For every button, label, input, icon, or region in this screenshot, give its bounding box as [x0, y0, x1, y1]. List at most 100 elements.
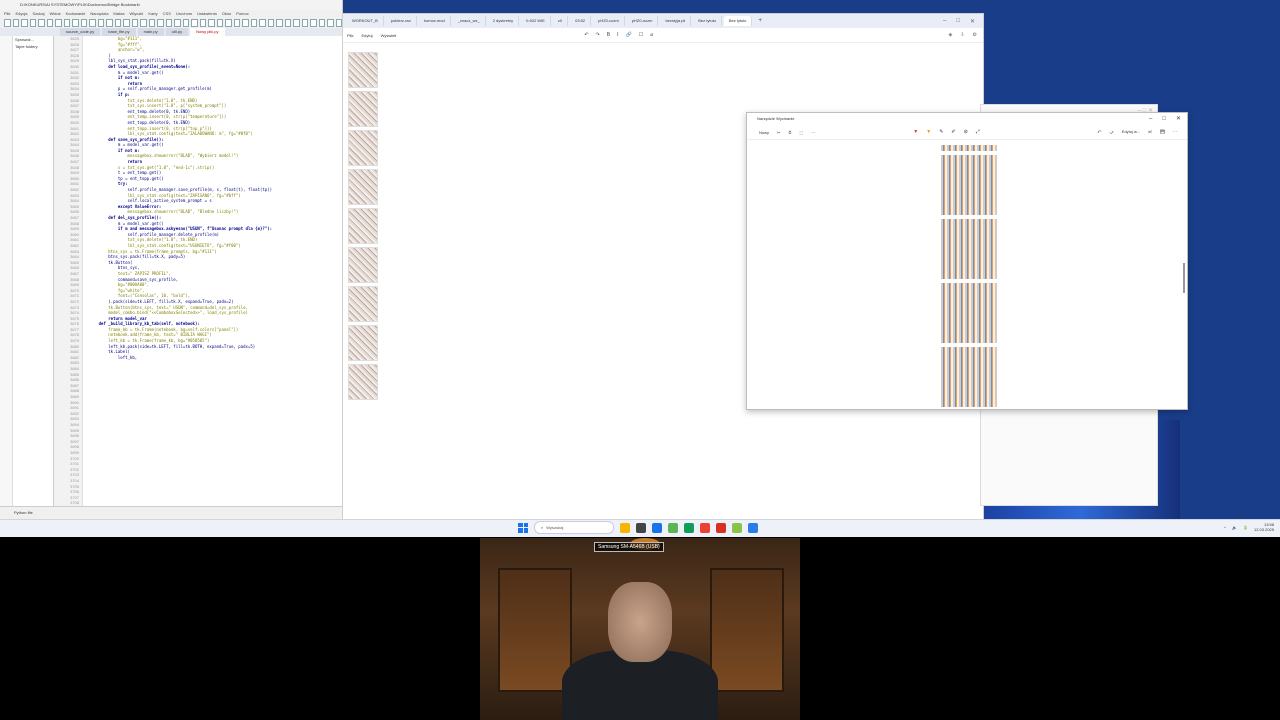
- format-tool-icon[interactable]: ☐: [639, 32, 643, 38]
- editor-tab[interactable]: base_file.py: [102, 28, 136, 36]
- format-tool-icon[interactable]: ⌀: [650, 32, 653, 38]
- editor-menu-item[interactable]: Uruchom: [176, 11, 192, 16]
- toolbar-button-icon[interactable]: [250, 19, 257, 27]
- toolbar-button-icon[interactable]: [284, 19, 291, 27]
- editor-tab[interactable]: source_code.py: [60, 28, 101, 36]
- editor-menu-item[interactable]: Narzędzia: [90, 11, 108, 16]
- snip-mode-icon[interactable]: ⬚: [800, 130, 804, 135]
- snip-mode-icon[interactable]: ⋯: [811, 130, 815, 135]
- page-thumbnail[interactable]: [348, 208, 378, 244]
- page-thumbnail[interactable]: [348, 325, 378, 361]
- format-tool-icon[interactable]: 🔗: [625, 32, 631, 38]
- toolbar-button-icon[interactable]: [97, 19, 104, 27]
- window-control-icon[interactable]: ✕: [970, 18, 975, 25]
- editor-menu-item[interactable]: Karty: [148, 11, 157, 16]
- snipping-tool-window[interactable]: Narzędzie Wycinanie – □ ✕ Nowy ✂ ⏱ ⬚ ⋯ ▼ ▼ ✎ ✐ ⊘ ⤢ ⤺ ⤻…: [746, 112, 1188, 410]
- new-tab-icon[interactable]: +: [754, 18, 766, 24]
- toolbar-button-icon[interactable]: [80, 19, 87, 27]
- page-thumbnail[interactable]: [348, 169, 378, 205]
- format-tool-icon[interactable]: ↶: [584, 32, 588, 38]
- editor-menu-item[interactable]: CSS: [163, 11, 171, 16]
- browser-tab[interactable]: 2 dyskretny: [488, 16, 520, 26]
- toolbar-button-icon[interactable]: [276, 19, 283, 27]
- window-control-icon[interactable]: –: [1149, 113, 1152, 125]
- editor-menu-item[interactable]: Makra: [113, 11, 124, 16]
- clock[interactable]: 13:58 12.03.2025: [1254, 522, 1274, 532]
- toolbar-button-icon[interactable]: [182, 19, 189, 27]
- viewer-action-item[interactable]: ⋯: [1173, 129, 1177, 136]
- format-tool-icon[interactable]: B: [607, 32, 610, 38]
- toolbar-button-icon[interactable]: [327, 19, 334, 27]
- toolbar-button-icon[interactable]: [4, 19, 11, 27]
- file-panel-item[interactable]: Sprawdź...: [13, 36, 53, 43]
- document-menu-item[interactable]: Plik: [347, 33, 353, 38]
- toolbar-button-icon[interactable]: [140, 19, 147, 27]
- format-tool-icon[interactable]: ↷: [596, 32, 600, 38]
- browser-tab[interactable]: bezstyja.pli: [660, 16, 692, 26]
- document-menu-item[interactable]: Wyświetl: [381, 33, 397, 38]
- toolbar-button-icon[interactable]: [89, 19, 96, 27]
- viewer-action-item[interactable]: 🗐: [1148, 129, 1152, 136]
- document-tool-icon[interactable]: ◈: [948, 32, 952, 38]
- browser-tab[interactable]: 03:52: [570, 16, 592, 26]
- browser-tab[interactable]: pHZ0-oczm: [593, 16, 625, 26]
- toolbar-button-icon[interactable]: [233, 19, 240, 27]
- editor-menu-item[interactable]: Widok: [49, 11, 60, 16]
- viewer-action-item[interactable]: Edytuj w...: [1122, 129, 1140, 136]
- toolbar-button-icon[interactable]: [318, 19, 325, 27]
- toolbar-button-icon[interactable]: [242, 19, 249, 27]
- browser-tab[interactable]: Bez tytułu: [723, 16, 753, 26]
- toolbar-button-icon[interactable]: [12, 19, 19, 27]
- toolbar-button-icon[interactable]: [293, 19, 300, 27]
- editor-tab[interactable]: util.py: [165, 28, 189, 36]
- snip-mode-icon[interactable]: ⏱: [788, 130, 791, 135]
- toolbar-button-icon[interactable]: [106, 19, 113, 27]
- viewer-action-item[interactable]: 💾: [1160, 129, 1165, 136]
- taskbar-app-icon[interactable]: [668, 522, 678, 533]
- window-control-icon[interactable]: –: [943, 18, 946, 25]
- window-control-icon[interactable]: □: [1162, 113, 1166, 125]
- browser-tab[interactable]: Bez tytułu: [693, 16, 722, 26]
- window-control-icon[interactable]: □: [956, 18, 960, 25]
- page-thumbnail[interactable]: [348, 130, 378, 166]
- browser-tab[interactable]: 0.602 WIE: [521, 16, 551, 26]
- start-button-icon[interactable]: [518, 522, 528, 533]
- toolbar-button-icon[interactable]: [46, 19, 53, 27]
- toolbar-button-icon[interactable]: [208, 19, 215, 27]
- taskbar-app-icon[interactable]: [732, 522, 742, 533]
- page-thumbnail[interactable]: [348, 91, 378, 127]
- toolbar-button-icon[interactable]: [191, 19, 198, 27]
- editor-menu-item[interactable]: Okno: [222, 11, 232, 16]
- browser-tab[interactable]: _znacz_wz_: [453, 16, 486, 26]
- document-tool-icon[interactable]: ⚙: [973, 32, 977, 38]
- toolbar-button-icon[interactable]: [310, 19, 317, 27]
- toolbar-button-icon[interactable]: [267, 19, 274, 27]
- taskbar-app-icon[interactable]: [716, 522, 726, 533]
- window-control-icon[interactable]: ✕: [1176, 113, 1181, 125]
- tray-icon[interactable]: 🔈: [1232, 525, 1237, 530]
- editor-menu-item[interactable]: Pomoc: [236, 11, 248, 16]
- browser-tab[interactable]: komox.mod: [419, 16, 451, 26]
- toolbar-button-icon[interactable]: [123, 19, 130, 27]
- toolbar-button-icon[interactable]: [216, 19, 223, 27]
- browser-tab[interactable]: WORKOUT_B: [347, 16, 384, 26]
- format-tool-icon[interactable]: I: [617, 32, 618, 38]
- editor-menu-item[interactable]: Plik: [4, 11, 10, 16]
- drawing-tool-icon[interactable]: ✐: [951, 129, 955, 135]
- new-snip-button[interactable]: Nowy: [759, 130, 769, 135]
- editor-menu-item[interactable]: Wtyczki: [130, 11, 144, 16]
- editor-menu-item[interactable]: Szukaj: [32, 11, 44, 16]
- toolbar-button-icon[interactable]: [72, 19, 79, 27]
- taskbar-search[interactable]: ⌕ Wyszukaj: [534, 521, 614, 534]
- toolbar-button-icon[interactable]: [29, 19, 36, 27]
- toolbar-button-icon[interactable]: [199, 19, 206, 27]
- toolbar-button-icon[interactable]: [63, 19, 70, 27]
- toolbar-button-icon[interactable]: [131, 19, 138, 27]
- browser-tab[interactable]: pHZ0-oczm: [627, 16, 659, 26]
- drawing-tool-icon[interactable]: ▼: [913, 129, 918, 135]
- toolbar-button-icon[interactable]: [157, 19, 164, 27]
- toolbar-button-icon[interactable]: [301, 19, 308, 27]
- viewer-action-item[interactable]: ⤺: [1097, 129, 1101, 136]
- editor-menu-item[interactable]: Edycja: [15, 11, 27, 16]
- code-editor-window[interactable]: D:\KONKURS\AI SYSTEMOWY\PLIK\Duchomoc\Br…: [0, 0, 356, 519]
